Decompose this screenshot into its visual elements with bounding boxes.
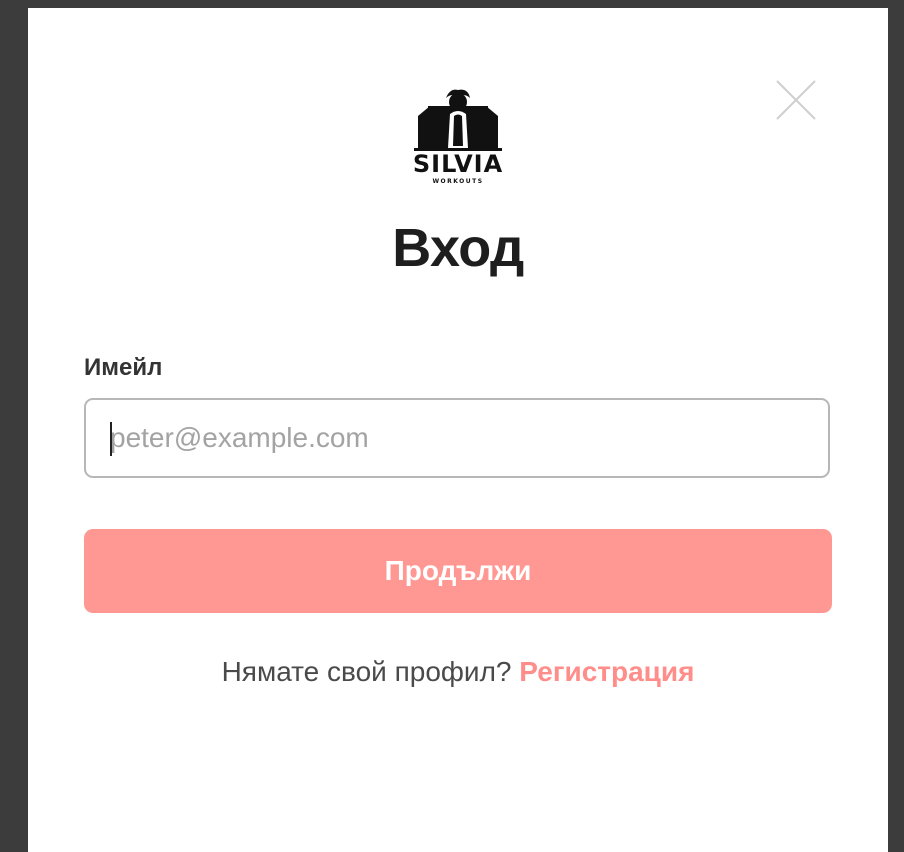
close-icon [776, 80, 816, 120]
silvia-workouts-logo-icon: SILVIA WORKOUTS [413, 89, 503, 185]
text-caret [110, 422, 112, 456]
logo-brand-text: SILVIA [413, 150, 503, 178]
signup-row: Нямате свой профил? Регистрация [28, 654, 888, 690]
email-label: Имейл [84, 354, 163, 381]
signup-prompt: Нямате свой профил? [221, 656, 512, 687]
register-link[interactable]: Регистрация [519, 656, 694, 687]
email-field[interactable] [84, 398, 830, 478]
close-button[interactable] [776, 80, 816, 120]
login-modal: SILVIA WORKOUTS Вход Имейл Продължи Няма… [28, 8, 888, 852]
logo-tagline-text: WORKOUTS [432, 178, 483, 185]
continue-button[interactable]: Продължи [84, 529, 832, 613]
brand-logo: SILVIA WORKOUTS [410, 86, 506, 186]
page-title: Вход [392, 218, 524, 278]
